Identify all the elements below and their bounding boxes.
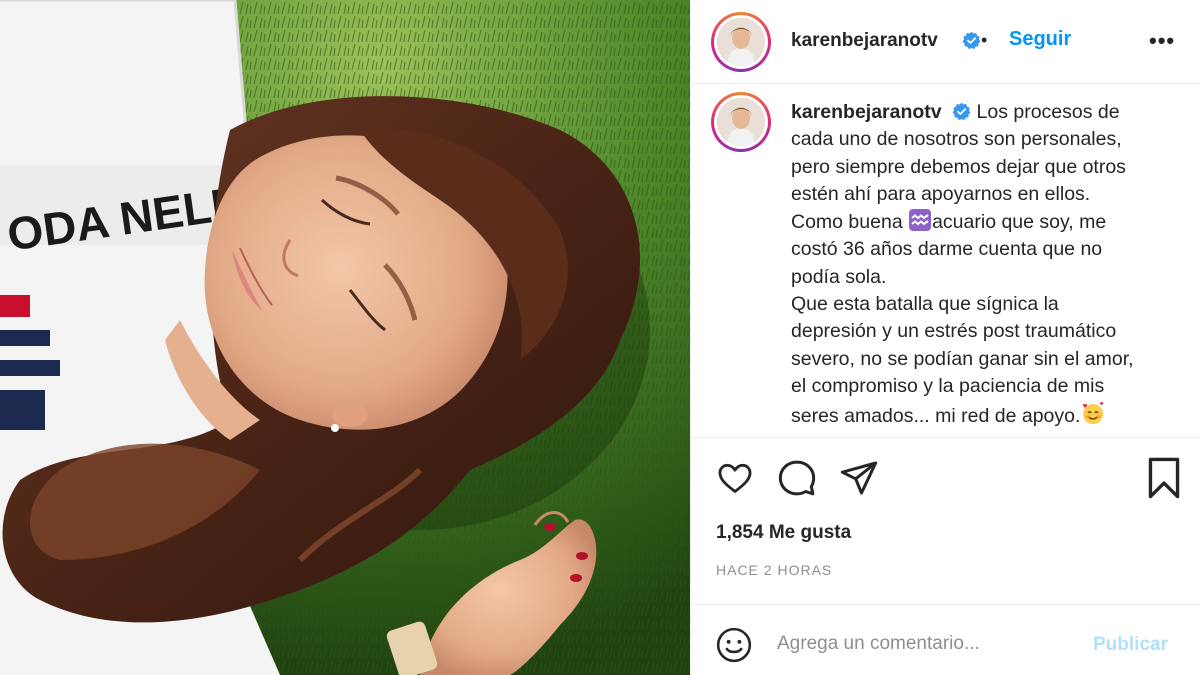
caption-line: severo, no se podían ganar sin el amor, bbox=[791, 347, 1134, 370]
avatar[interactable] bbox=[711, 12, 771, 72]
more-options-icon[interactable]: ••• bbox=[1149, 28, 1175, 54]
caption-avatar-photo bbox=[717, 98, 765, 146]
aquarius-emoji-icon bbox=[909, 209, 932, 232]
smiling-face-with-hearts-emoji-icon bbox=[1083, 402, 1104, 425]
caption-line: Que esta batalla que sígnica la bbox=[791, 293, 1059, 316]
comment-icon[interactable] bbox=[777, 458, 817, 498]
caption-username[interactable]: karenbejaranotv bbox=[791, 101, 942, 123]
caption-verified-badge-icon bbox=[952, 102, 971, 121]
avatar-photo bbox=[717, 18, 765, 66]
post-timestamp[interactable]: HACE 2 HORAS bbox=[716, 562, 832, 578]
comment-divider bbox=[691, 604, 1200, 605]
actions-divider bbox=[691, 437, 1200, 438]
emoji-picker-icon[interactable] bbox=[715, 626, 753, 664]
share-icon[interactable] bbox=[839, 458, 879, 498]
caption-line: estén ahí para apoyarnos en ellos. bbox=[791, 182, 1091, 205]
verified-badge-icon bbox=[962, 31, 981, 50]
comment-input[interactable] bbox=[777, 633, 1077, 655]
caption-line: acuario que soy, me bbox=[932, 211, 1107, 234]
caption-line: Como buena bbox=[791, 211, 909, 234]
header-separator: • bbox=[981, 30, 988, 50]
post-header: karenbejaranotv • Seguir ••• bbox=[691, 0, 1200, 84]
caption-avatar[interactable] bbox=[711, 92, 771, 152]
caption-line: cada uno de nosotros son personales, bbox=[791, 128, 1122, 151]
header-username[interactable]: karenbejaranotv bbox=[791, 30, 938, 52]
caption-line: seres amados... mi red de apoyo. bbox=[791, 405, 1081, 428]
save-bookmark-icon[interactable] bbox=[1145, 456, 1183, 500]
caption-line: pero siempre debemos dejar que otros bbox=[791, 155, 1126, 178]
likes-count[interactable]: 1,854 Me gusta bbox=[716, 522, 851, 544]
caption-line: depresión y un estrés post traumático bbox=[791, 320, 1117, 343]
caption-line: podía sola. bbox=[791, 265, 887, 288]
caption-line: el compromiso y la paciencia de mis bbox=[791, 374, 1105, 397]
post-sidebar: karenbejaranotv • Seguir ••• karenbejara… bbox=[690, 0, 1200, 675]
caption-line: Los procesos de bbox=[976, 101, 1120, 123]
post-caption: karenbejaranotv Los procesos de cada uno… bbox=[791, 99, 1186, 431]
post-photo[interactable]: ODA NELLA bbox=[0, 0, 690, 675]
follow-button[interactable]: Seguir bbox=[1009, 28, 1071, 51]
publish-button[interactable]: Publicar bbox=[1093, 634, 1168, 656]
caption-line: costó 36 años darme cuenta que no bbox=[791, 238, 1103, 261]
like-heart-icon[interactable] bbox=[715, 459, 755, 497]
post-image: ODA NELLA bbox=[0, 0, 690, 675]
